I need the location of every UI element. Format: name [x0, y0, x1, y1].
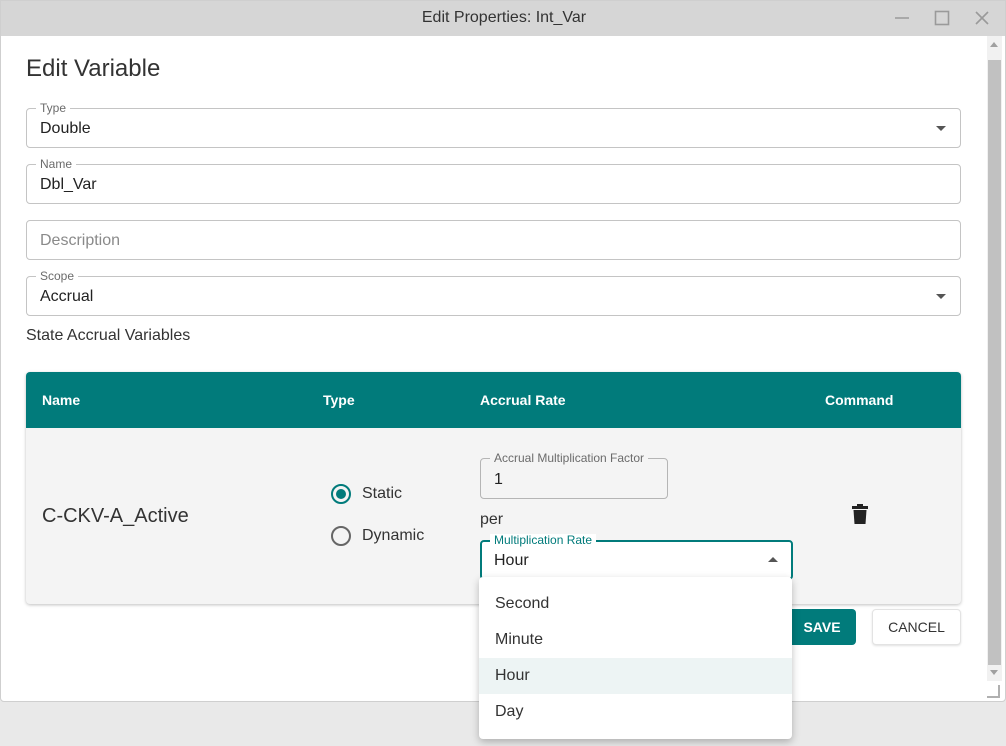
radio-unchecked-icon [331, 526, 351, 546]
accrual-multiplication-factor-field[interactable]: Accrual Multiplication Factor 1 [480, 452, 668, 499]
scroll-thumb[interactable] [988, 60, 1001, 665]
scroll-down-icon[interactable] [990, 670, 998, 675]
title-bar[interactable]: Edit Properties: Int_Var [1, 1, 1005, 36]
rate-value: Hour [494, 552, 529, 569]
type-label: Type [36, 102, 71, 114]
menu-option-hour[interactable]: Hour [479, 658, 792, 694]
scroll-up-icon[interactable] [990, 42, 998, 47]
menu-option-minute[interactable]: Minute [479, 622, 792, 658]
multiplication-rate-menu: Second Minute Hour Day [479, 577, 792, 739]
name-label: Name [36, 158, 77, 170]
radio-static-label: Static [362, 485, 403, 502]
type-value: Double [40, 120, 91, 137]
save-button[interactable]: SAVE [788, 609, 856, 645]
factor-value: 1 [494, 471, 503, 488]
column-header-type[interactable]: Type [323, 392, 355, 408]
column-header-command[interactable]: Command [825, 392, 893, 408]
state-accrual-grid: Name Type Accrual Rate Command C-CKV-A_A… [26, 372, 961, 604]
scope-label: Scope [36, 270, 79, 282]
menu-option-day[interactable]: Day [479, 694, 792, 730]
radio-dynamic-label: Dynamic [362, 527, 425, 544]
name-value: Dbl_Var [40, 176, 97, 193]
window-title: Edit Properties: Int_Var [421, 9, 587, 26]
resize-grip-icon[interactable] [986, 684, 1000, 698]
section-title: State Accrual Variables [26, 327, 191, 344]
description-field[interactable]: Description [26, 220, 961, 260]
multiplication-rate-select[interactable]: Multiplication Rate Hour [480, 534, 793, 580]
row-variable-name: C-CKV-A_Active [42, 505, 189, 527]
vertical-scrollbar[interactable] [987, 36, 1002, 681]
menu-option-second[interactable]: Second [479, 586, 792, 622]
name-field[interactable]: Name Dbl_Var [26, 158, 961, 204]
per-label: per [480, 511, 504, 528]
description-placeholder: Description [40, 232, 121, 249]
grid-header: Name Type Accrual Rate Command [26, 372, 961, 428]
radio-dynamic[interactable]: Dynamic [331, 526, 424, 546]
close-icon[interactable] [970, 7, 994, 29]
trash-icon[interactable] [852, 504, 868, 524]
maximize-icon[interactable] [930, 7, 954, 29]
dialog-heading: Edit Variable [26, 55, 161, 82]
radio-static[interactable]: Static [331, 484, 402, 504]
factor-label: Accrual Multiplication Factor [490, 452, 649, 464]
chevron-down-icon [936, 294, 946, 299]
scope-value: Accrual [40, 288, 94, 305]
cancel-button[interactable]: CANCEL [872, 609, 961, 645]
column-header-name[interactable]: Name [42, 392, 80, 408]
rate-label: Multiplication Rate [490, 534, 597, 546]
radio-checked-icon [331, 484, 351, 504]
chevron-down-icon [936, 126, 946, 131]
chevron-up-icon [768, 557, 778, 562]
type-select[interactable]: Type Double [26, 102, 961, 148]
column-header-accrual-rate[interactable]: Accrual Rate [480, 392, 566, 408]
scope-select[interactable]: Scope Accrual [26, 270, 961, 316]
minimize-icon[interactable] [890, 7, 914, 29]
